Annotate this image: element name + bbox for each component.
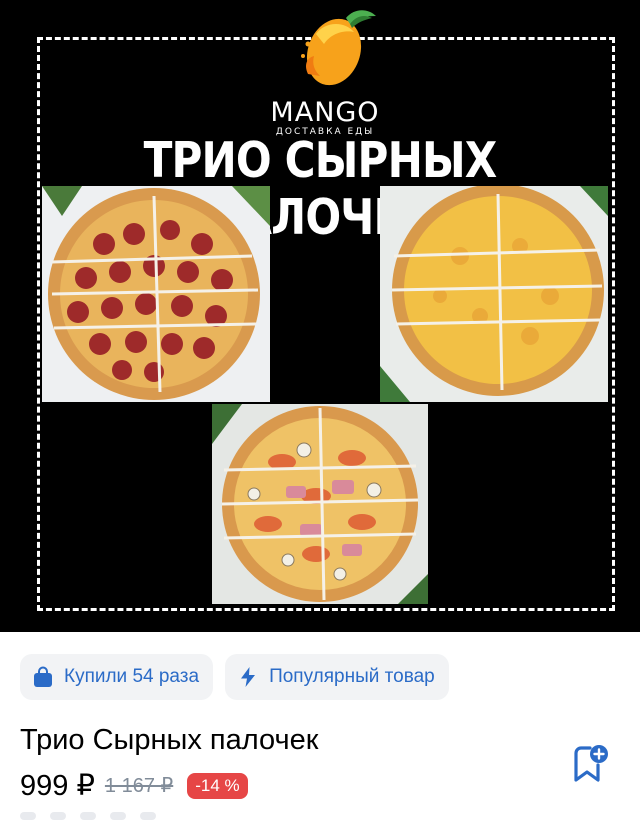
rating-placeholder	[20, 812, 156, 820]
discount-badge: -14 %	[187, 772, 248, 799]
pepperoni-pizza-photo	[42, 186, 270, 402]
shopping-bag-icon	[32, 666, 54, 688]
popular-badge-label: Популярный товар	[269, 666, 435, 687]
brand-name: MANGO	[270, 97, 380, 128]
mango-logo-icon	[301, 10, 376, 86]
add-to-wishlist-button[interactable]	[566, 740, 614, 788]
ham-mushroom-pizza-photo	[212, 404, 428, 604]
price-row: 999 ₽ 1 167 ₽ -14 %	[20, 768, 248, 803]
old-price: 1 167 ₽	[104, 775, 174, 797]
product-title: Трио Сырных палочек	[20, 724, 319, 756]
lightning-icon	[237, 666, 259, 688]
product-badges: Купили 54 раза Популярный товар	[20, 654, 449, 700]
popular-badge[interactable]: Популярный товар	[225, 654, 449, 700]
purchases-badge[interactable]: Купили 54 раза	[20, 654, 214, 700]
cheese-pizza-photo	[380, 186, 608, 402]
purchases-badge-label: Купили 54 раза	[64, 666, 200, 687]
current-price: 999 ₽	[20, 770, 95, 802]
bookmark-add-icon	[574, 745, 608, 782]
product-image[interactable]: MANGO ДОСТАВКА ЕДЫ ТРИО СЫРНЫХ ПАЛОЧЕК	[0, 0, 640, 632]
